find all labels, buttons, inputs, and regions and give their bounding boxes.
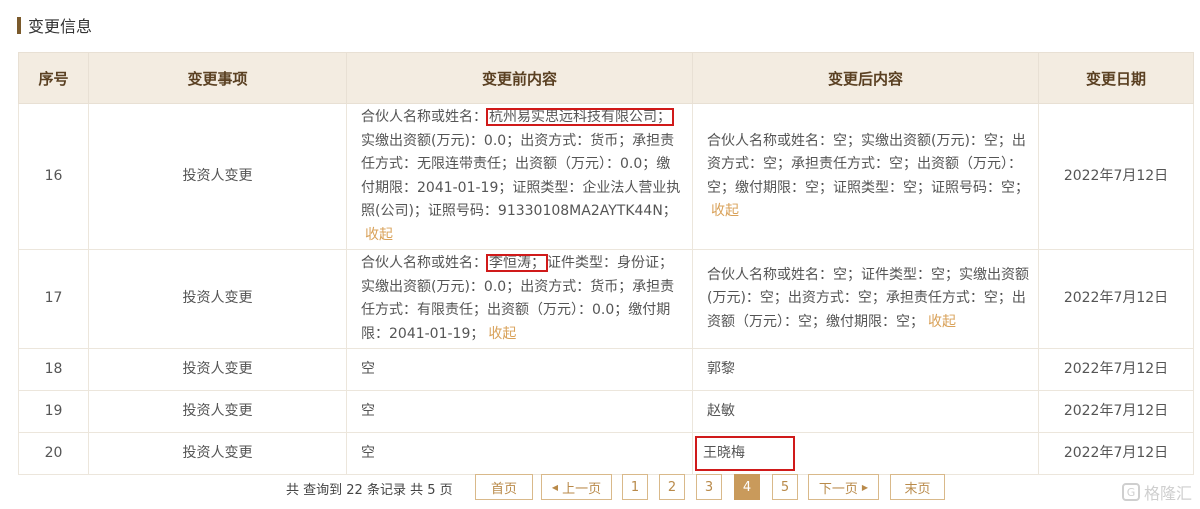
- header-before-content: 变更前内容: [346, 52, 693, 104]
- page-number: 2: [667, 479, 677, 495]
- highlighted-partner-name: 李恒涛；: [486, 254, 548, 272]
- page-button-2[interactable]: 2: [659, 474, 685, 500]
- page-number: 3: [704, 479, 714, 495]
- row-index: 19: [18, 390, 89, 433]
- caret-left-icon: ◀: [551, 482, 559, 492]
- row-change-item: 投资人变更: [88, 348, 347, 391]
- collapse-link[interactable]: 收起: [488, 326, 516, 342]
- page-button-1[interactable]: 1: [622, 474, 648, 500]
- watermark-text: 格隆汇: [1143, 484, 1192, 503]
- row-change-item: 投资人变更: [88, 390, 347, 433]
- header-change-date: 变更日期: [1038, 52, 1194, 104]
- watermark: G 格隆汇: [1121, 480, 1192, 504]
- after-detail: 合伙人名称或姓名：空；证件类型：空；实缴出资额(万元)：空；出资方式：空；承担责…: [707, 266, 1029, 330]
- row-change-date: 2022年7月12日: [1038, 249, 1194, 349]
- table-row: 17 投资人变更 合伙人名称或姓名： 李恒涛； 证件类型：身份证；实缴出资额(万元)…: [18, 249, 1194, 349]
- row-change-date: 2022年7月12日: [1038, 432, 1194, 475]
- prev-page-label: 上一页: [562, 481, 602, 497]
- first-page-button[interactable]: 首页: [475, 474, 533, 500]
- next-page-label: 下一页: [818, 481, 858, 497]
- row-after-content: 合伙人名称或姓名：空；实缴出资额(万元)：空；出资方式：空；承担责任方式：空；出…: [692, 103, 1039, 250]
- row-index: 18: [18, 348, 89, 391]
- page-number: 4: [742, 479, 752, 495]
- row-after-content: 赵敏: [692, 390, 1039, 433]
- row-index: 17: [18, 249, 89, 349]
- table-row: 20 投资人变更 空 王晓梅 2022年7月12日: [18, 432, 1194, 475]
- page-number: 1: [630, 479, 640, 495]
- table-header-row: 序号 变更事项 变更前内容 变更后内容 变更日期: [18, 52, 1194, 104]
- collapse-link[interactable]: 收起: [928, 314, 956, 330]
- page-number: 5: [780, 479, 790, 495]
- row-index: 16: [18, 103, 89, 250]
- collapse-link[interactable]: 收起: [711, 203, 739, 219]
- last-page-label: 末页: [904, 481, 931, 497]
- section-title: 变更信息: [28, 17, 93, 36]
- row-after-content: 合伙人名称或姓名：空；证件类型：空；实缴出资额(万元)：空；出资方式：空；承担责…: [692, 249, 1039, 349]
- header-change-item: 变更事项: [88, 52, 347, 104]
- row-index: 20: [18, 432, 89, 475]
- row-before-content: 空: [346, 348, 693, 391]
- row-before-content: 空: [346, 390, 693, 433]
- row-before-content: 空: [346, 432, 693, 475]
- page-button-5[interactable]: 5: [772, 474, 798, 500]
- row-change-item: 投资人变更: [88, 103, 347, 250]
- change-records-table: 序号 变更事项 变更前内容 变更后内容 变更日期 16 投资人变更 合伙人名称或…: [18, 52, 1194, 475]
- row-change-item: 投资人变更: [88, 249, 347, 349]
- row-before-content: 合伙人名称或姓名： 李恒涛； 证件类型：身份证；实缴出资额(万元)：0.0；出资方式…: [346, 249, 693, 349]
- after-detail: 合伙人名称或姓名：空；实缴出资额(万元)：空；出资方式：空；承担责任方式：空；出…: [707, 132, 1029, 196]
- watermark-logo-icon: G: [1121, 483, 1140, 501]
- table-row: 16 投资人变更 合伙人名称或姓名： 杭州易实思远科技有限公司； 实缴出资额(万元)…: [18, 103, 1194, 250]
- page-button-4-current[interactable]: 4: [734, 474, 760, 500]
- before-detail: 实缴出资额(万元)：0.0；出资方式：货币；承担责任方式：无限连带责任；出资额（…: [361, 132, 681, 220]
- row-change-date: 2022年7月12日: [1038, 348, 1194, 391]
- header-index: 序号: [18, 52, 89, 104]
- section-accent-bar: [17, 16, 21, 34]
- pagination-summary: 共 查询到 22 条记录 共 5 页: [286, 482, 453, 498]
- next-page-button[interactable]: 下一页 ▶: [808, 474, 879, 500]
- pagination: 共 查询到 22 条记录 共 5 页 首页 ◀ 上一页 1 2 3 4 5 下一页…: [0, 474, 1200, 502]
- table-row: 19 投资人变更 空 赵敏 2022年7月12日: [18, 390, 1194, 433]
- row-change-date: 2022年7月12日: [1038, 103, 1194, 250]
- prev-page-button[interactable]: ◀ 上一页: [541, 474, 612, 500]
- row-after-content: 郭黎: [692, 348, 1039, 391]
- page-button-3[interactable]: 3: [696, 474, 722, 500]
- header-after-content: 变更后内容: [692, 52, 1039, 104]
- row-change-date: 2022年7月12日: [1038, 390, 1194, 433]
- section-header: 变更信息: [17, 12, 92, 38]
- first-page-label: 首页: [490, 481, 517, 497]
- table-row: 18 投资人变更 空 郭黎 2022年7月12日: [18, 348, 1194, 391]
- last-page-button[interactable]: 末页: [890, 474, 945, 500]
- before-prefix: 合伙人名称或姓名：: [361, 255, 487, 271]
- row-after-content: 王晓梅: [692, 432, 1039, 475]
- row-before-content: 合伙人名称或姓名： 杭州易实思远科技有限公司； 实缴出资额(万元)：0.0；出资方式…: [346, 103, 693, 250]
- row-change-item: 投资人变更: [88, 432, 347, 475]
- highlighted-investor-name: 王晓梅: [695, 435, 795, 472]
- highlighted-partner-name: 杭州易实思远科技有限公司；: [486, 108, 674, 126]
- before-prefix: 合伙人名称或姓名：: [361, 109, 487, 125]
- collapse-link[interactable]: 收起: [365, 227, 393, 243]
- caret-right-icon: ▶: [861, 482, 869, 492]
